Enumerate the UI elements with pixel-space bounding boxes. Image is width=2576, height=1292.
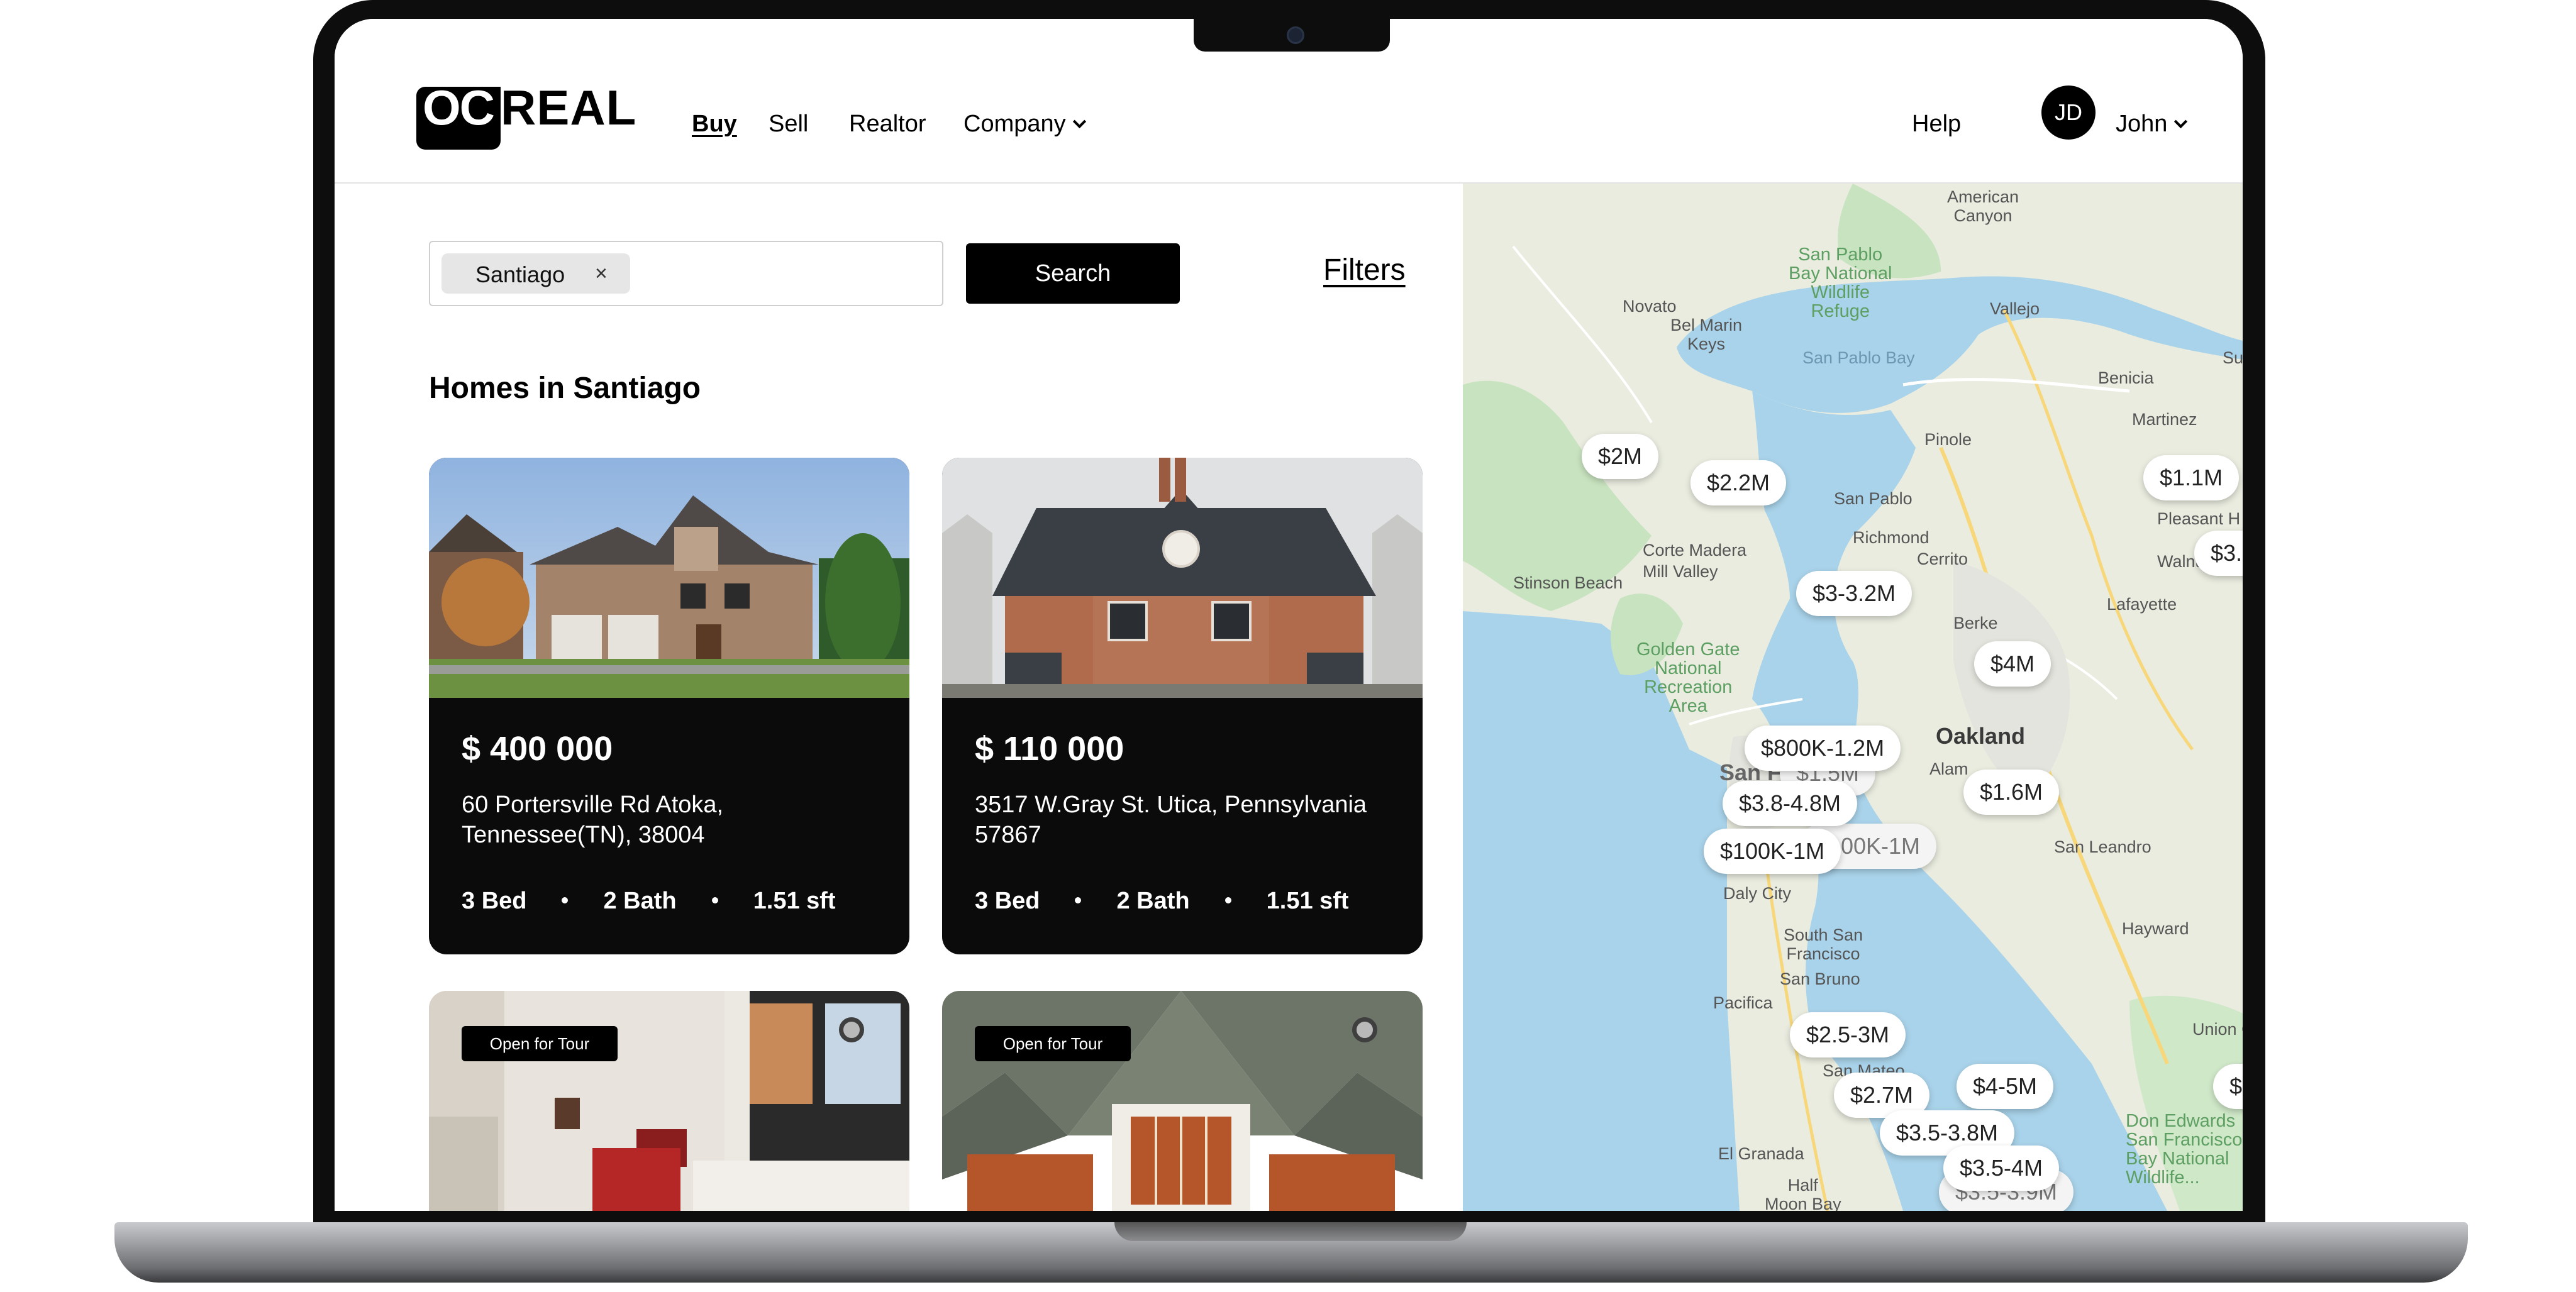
- nav-company[interactable]: Company: [963, 111, 1086, 138]
- map-label: Corte Madera: [1643, 541, 1747, 560]
- chevron-down-icon: [2174, 114, 2188, 129]
- map-label: Pinole: [1924, 430, 1972, 449]
- price-pin[interactable]: $100K-1M: [1703, 829, 1841, 874]
- map-label: Martinez: [2132, 410, 2197, 429]
- listing-baths: 2 Bath: [603, 888, 677, 914]
- price-pin[interactable]: $3.5-4M: [1943, 1146, 2060, 1191]
- map-label: El Granada: [1718, 1144, 1804, 1163]
- laptop-hinge: [1114, 1222, 1467, 1241]
- listing-price: $ 110 000: [975, 730, 1124, 768]
- map-label: Golden Gate National Recreation Area: [1636, 639, 1740, 716]
- map-label: San Pablo Bay National Wildlife Refuge: [1789, 245, 1892, 321]
- location-chip: Santiago ×: [441, 253, 630, 294]
- listings-title: Homes in Santiago: [429, 372, 701, 405]
- listing-beds: 3 Bed: [462, 888, 527, 914]
- camera-notch: [1194, 19, 1390, 52]
- map-label: American Canyon: [1947, 187, 2019, 225]
- nav-sell[interactable]: Sell: [769, 111, 808, 138]
- price-pin[interactable]: $3.8-4.8M: [1722, 781, 1858, 826]
- map-label: Alam: [1929, 759, 1968, 778]
- map-label: Berke: [1953, 614, 1998, 632]
- logo-wordmark: REAL: [501, 80, 637, 135]
- map-label: Pacifica: [1713, 993, 1773, 1012]
- webcam-icon: [1287, 26, 1304, 44]
- nav-realtor[interactable]: Realtor: [849, 111, 926, 138]
- listing-photo: [429, 458, 909, 698]
- map-label: San Bruno: [1780, 969, 1860, 988]
- price-pin[interactable]: $1.1M: [2143, 455, 2240, 500]
- map-label: Vallejo: [1990, 299, 2040, 318]
- app-screen: OC REAL Buy Sell Realtor Company Help JD…: [335, 19, 2243, 1211]
- price-pin[interactable]: $4M: [1974, 641, 2051, 687]
- nav-help[interactable]: Help: [1912, 111, 1961, 138]
- map-view[interactable]: American Canyon San Pablo Bay National Wild…: [1463, 184, 2243, 1211]
- map-label: Cerrito: [1917, 549, 1968, 568]
- map-label: Richmond: [1853, 528, 1929, 547]
- listing-price: $ 400 000: [462, 730, 613, 768]
- map-label: Suis: [2223, 348, 2243, 367]
- user-menu[interactable]: John: [2116, 111, 2188, 138]
- listing-photo: [942, 991, 1423, 1211]
- favorite-icon[interactable]: [1352, 1017, 1377, 1042]
- nav-company-label: Company: [963, 111, 1066, 137]
- map-label: Union C: [2192, 1020, 2243, 1039]
- listing-baths: 2 Bath: [1116, 888, 1190, 914]
- search-input[interactable]: Santiago ×: [429, 241, 943, 306]
- nav-buy[interactable]: Buy: [692, 111, 737, 138]
- location-chip-label: Santiago: [475, 262, 565, 287]
- chevron-down-icon: [1072, 114, 1086, 129]
- filters-link[interactable]: Filters: [1323, 253, 1406, 287]
- map-label: Hayward: [2122, 919, 2189, 938]
- price-pin[interactable]: $1.6M: [1963, 770, 2060, 815]
- favorite-icon[interactable]: [839, 1017, 864, 1042]
- map-label: South San Francisco: [1784, 925, 1863, 963]
- map-label: Mill Valley: [1643, 562, 1718, 581]
- map-label: San Leandro: [2054, 837, 2151, 856]
- open-for-tour-badge: Open for Tour: [975, 1026, 1131, 1061]
- map-label: Daly City: [1723, 884, 1792, 903]
- map-label: San Pablo Bay: [1802, 348, 1915, 367]
- listing-card[interactable]: $ 400 000 60 Portersville Rd Atoka, Tenn…: [429, 458, 909, 954]
- listing-size: 1.51 sft: [1266, 888, 1349, 914]
- search-button[interactable]: Search: [966, 243, 1180, 304]
- user-name: John: [2116, 111, 2168, 137]
- price-pin[interactable]: $800K-1.2M: [1744, 726, 1901, 771]
- map-label: Pleasant H: [2157, 509, 2241, 528]
- separator-dot: [562, 897, 569, 903]
- map-label: Oakland: [1936, 723, 2026, 749]
- listing-stats: 3 Bed 2 Bath 1.51 sft: [975, 888, 1349, 915]
- separator-dot: [1224, 897, 1231, 903]
- price-pin[interactable]: $4-5M: [1956, 1064, 2054, 1109]
- listing-address: 60 Portersville Rd Atoka, Tennessee(TN),…: [462, 792, 724, 848]
- listing-size: 1.51 sft: [753, 888, 836, 914]
- user-avatar[interactable]: JD: [2041, 86, 2096, 140]
- price-pin[interactable]: $2.5-3M: [1789, 1012, 1906, 1057]
- map-label: Novato: [1623, 297, 1677, 316]
- listing-photo: [429, 991, 909, 1211]
- listing-card[interactable]: Open for Tour: [429, 991, 909, 1211]
- map-label: Benicia: [2098, 368, 2154, 387]
- map-label: Stinson Beach: [1513, 573, 1623, 592]
- price-pin[interactable]: $2M: [1581, 434, 1659, 479]
- listing-card[interactable]: Open for Tour: [942, 991, 1423, 1211]
- laptop-base: [114, 1222, 2468, 1283]
- listing-beds: 3 Bed: [975, 888, 1040, 914]
- map-label: Half Moon Bay: [1765, 1176, 1841, 1211]
- price-pin[interactable]: $2.2M: [1690, 460, 1787, 505]
- separator-dot: [711, 897, 718, 903]
- price-pin[interactable]: $3-3.2M: [1796, 571, 1913, 616]
- listing-address: 3517 W.Gray St. Utica, Pennsylvania 5786…: [975, 792, 1367, 848]
- map-label: San Pablo: [1834, 489, 1913, 508]
- map-label: Don Edwards San Francisco Bay National Wild…: [2126, 1111, 2243, 1188]
- open-for-tour-badge: Open for Tour: [462, 1026, 618, 1061]
- price-pin[interactable]: $3.9: [2194, 531, 2243, 576]
- map-label: Lafayette: [2107, 595, 2177, 614]
- listing-stats: 3 Bed 2 Bath 1.51 sft: [462, 888, 836, 915]
- logo-mark: OC: [416, 83, 501, 150]
- separator-dot: [1075, 897, 1082, 903]
- listing-card[interactable]: $ 110 000 3517 W.Gray St. Utica, Pennsyl…: [942, 458, 1423, 954]
- close-icon[interactable]: ×: [595, 262, 608, 286]
- listing-photo: [942, 458, 1423, 698]
- map-label: Bel Marin Keys: [1670, 316, 1743, 353]
